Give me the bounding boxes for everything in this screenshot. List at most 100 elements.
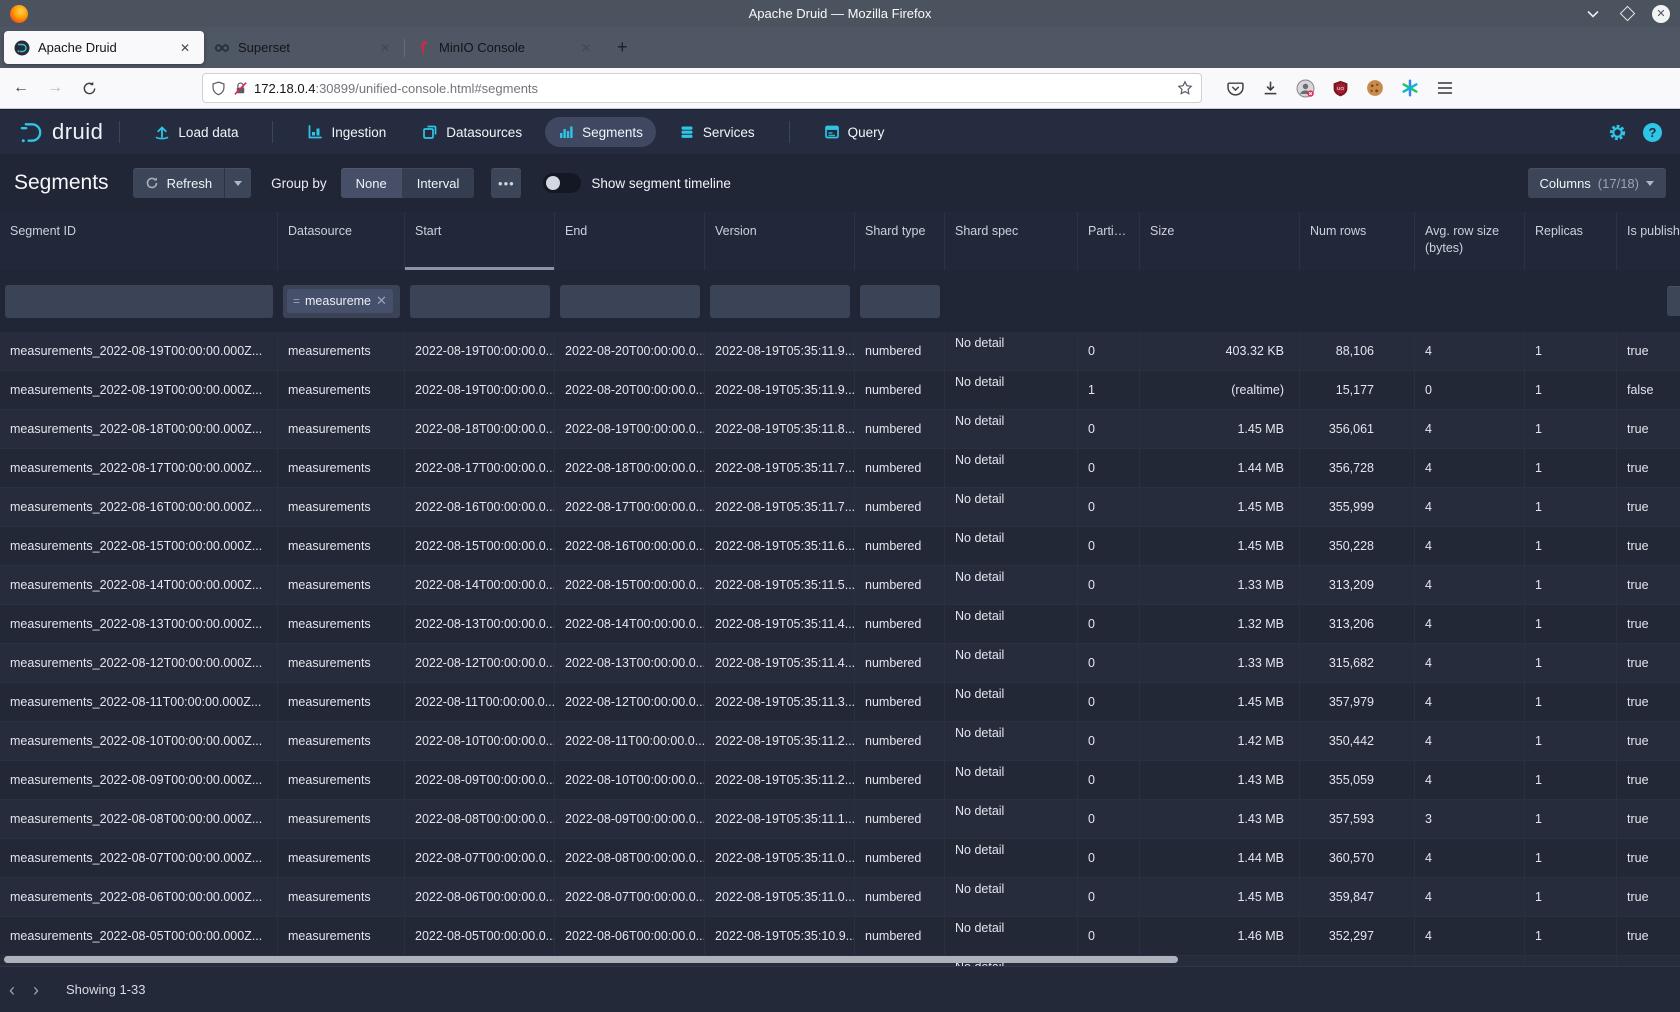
- reload-button[interactable]: [76, 75, 102, 101]
- segment-timeline-toggle[interactable]: [543, 173, 581, 193]
- column-header-is-published[interactable]: Is published: [1617, 212, 1680, 270]
- table-cell: 15,177: [1300, 371, 1415, 410]
- cookie-extension-icon[interactable]: [1364, 77, 1386, 99]
- window-minimize-button[interactable]: [1584, 5, 1602, 23]
- table-row[interactable]: measurements_2022-08-14T00:00:00.000Z...…: [0, 566, 1680, 605]
- column-header-segment-id[interactable]: Segment ID: [0, 212, 278, 270]
- tab-minio-console[interactable]: MinIO Console ✕: [405, 31, 605, 64]
- nav-item-load-data[interactable]: Load data: [141, 117, 251, 147]
- nav-item-services[interactable]: Services: [666, 117, 768, 147]
- forward-button[interactable]: →: [42, 75, 68, 101]
- column-header-end[interactable]: End: [555, 212, 705, 270]
- refresh-dropdown-button[interactable]: [224, 168, 251, 198]
- group-by-interval-button[interactable]: Interval: [402, 168, 475, 198]
- table-row[interactable]: measurements_2022-08-10T00:00:00.000Z...…: [0, 722, 1680, 761]
- table-row[interactable]: measurements_2022-08-19T00:00:00.000Z...…: [0, 332, 1680, 371]
- table-cell: true: [1617, 800, 1680, 839]
- table-row[interactable]: measurements_2022-08-13T00:00:00.000Z...…: [0, 605, 1680, 644]
- tab-apache-druid[interactable]: Apache Druid ✕: [4, 31, 204, 64]
- datasource-filter-input[interactable]: =measureme✕: [283, 285, 400, 318]
- column-header-num-rows[interactable]: Num rows: [1300, 212, 1415, 270]
- filter-input-segment-id[interactable]: [5, 285, 273, 318]
- table-row[interactable]: measurements_2022-08-08T00:00:00.000Z...…: [0, 800, 1680, 839]
- column-header-partition[interactable]: Partition: [1078, 212, 1140, 270]
- next-page-button[interactable]: ›: [24, 981, 48, 999]
- table-row[interactable]: measurements_2022-08-15T00:00:00.000Z...…: [0, 527, 1680, 566]
- columns-picker-button[interactable]: Columns (17/18): [1528, 168, 1667, 198]
- table-cell: measurements: [278, 449, 405, 488]
- filter-input-start[interactable]: [410, 285, 550, 318]
- tracking-shield-icon[interactable]: [211, 81, 226, 96]
- tab-close-icon[interactable]: ✕: [176, 39, 194, 57]
- nav-item-ingestion[interactable]: Ingestion: [294, 117, 399, 147]
- table-row[interactable]: measurements_2022-08-11T00:00:00.000Z...…: [0, 683, 1680, 722]
- column-header-version[interactable]: Version: [705, 212, 855, 270]
- filter-input-end[interactable]: [560, 285, 700, 318]
- menu-hamburger-icon[interactable]: [1434, 77, 1456, 99]
- table-row[interactable]: measurements_2022-08-09T00:00:00.000Z...…: [0, 761, 1680, 800]
- table-cell: No detail: [945, 488, 1078, 527]
- tab-close-icon[interactable]: ✕: [577, 39, 595, 57]
- table-cell: numbered: [855, 839, 945, 878]
- horizontal-scrollbar-thumb[interactable]: [4, 956, 1178, 963]
- column-header-datasource[interactable]: Datasource: [278, 212, 405, 270]
- druid-logo[interactable]: druid: [18, 119, 103, 146]
- table-cell: 2022-08-10T00:00:00.0...: [555, 761, 705, 800]
- table-cell: No detail: [945, 332, 1078, 371]
- table-row[interactable]: measurements_2022-08-07T00:00:00.000Z...…: [0, 839, 1680, 878]
- pocket-icon[interactable]: [1224, 77, 1246, 99]
- table-cell: No detail: [945, 449, 1078, 488]
- column-header-replicas[interactable]: Replicas: [1525, 212, 1617, 270]
- group-by-none-button[interactable]: None: [341, 168, 402, 198]
- back-button[interactable]: ←: [8, 75, 34, 101]
- column-header-avg-row-size-bytes[interactable]: Avg. row size (bytes): [1415, 212, 1525, 270]
- tab-superset[interactable]: Superset ✕: [204, 31, 404, 64]
- asterisk-extension-icon[interactable]: [1399, 77, 1421, 99]
- table-cell: true: [1617, 644, 1680, 683]
- help-icon[interactable]: ?: [1643, 123, 1662, 142]
- window-close-button[interactable]: ✕: [1652, 5, 1670, 23]
- table-row[interactable]: measurements_2022-08-19T00:00:00.000Z...…: [0, 371, 1680, 410]
- table-row[interactable]: measurements_2022-08-16T00:00:00.000Z...…: [0, 488, 1680, 527]
- filter-input-version[interactable]: [710, 285, 850, 318]
- bookmark-star-icon[interactable]: [1177, 80, 1193, 96]
- downloads-icon[interactable]: [1259, 77, 1281, 99]
- table-row[interactable]: measurements_2022-08-17T00:00:00.000Z...…: [0, 449, 1680, 488]
- insecure-lock-icon[interactable]: [233, 81, 248, 96]
- datasources-icon: [422, 124, 438, 140]
- column-header-shard-spec[interactable]: Shard spec: [945, 212, 1078, 270]
- table-row[interactable]: measurements_2022-08-05T00:00:00.000Z...…: [0, 917, 1680, 956]
- nav-item-datasources[interactable]: Datasources: [409, 117, 535, 147]
- table-row[interactable]: measurements_2022-08-12T00:00:00.000Z...…: [0, 644, 1680, 683]
- column-header-start[interactable]: Start: [405, 212, 555, 270]
- ublock-origin-icon[interactable]: UO: [1329, 77, 1351, 99]
- column-header-size[interactable]: Size: [1140, 212, 1300, 270]
- more-options-button[interactable]: •••: [491, 168, 521, 198]
- nav-item-query[interactable]: Query: [811, 117, 898, 147]
- new-tab-button[interactable]: +: [605, 37, 640, 58]
- column-header-shard-type[interactable]: Shard type: [855, 212, 945, 270]
- show-button[interactable]: Show: [1667, 286, 1680, 316]
- refresh-button[interactable]: Refresh: [133, 168, 225, 198]
- tab-close-icon[interactable]: ✕: [376, 39, 394, 57]
- nav-label: Query: [848, 125, 885, 140]
- table-row[interactable]: measurements_2022-08-06T00:00:00.000Z...…: [0, 878, 1680, 917]
- datasource-filter-tag[interactable]: =measureme✕: [287, 289, 393, 313]
- table-cell: 1.44 MB: [1140, 839, 1300, 878]
- account-extension-icon[interactable]: [1294, 77, 1316, 99]
- window-maximize-button[interactable]: [1618, 5, 1636, 23]
- settings-gear-icon[interactable]: [1608, 123, 1627, 142]
- table-cell: 2022-08-16T00:00:00.0...: [555, 527, 705, 566]
- table-cell: 2022-08-19T00:00:00.0...: [405, 371, 555, 410]
- previous-page-button[interactable]: ‹: [0, 981, 24, 999]
- remove-filter-icon[interactable]: ✕: [376, 293, 387, 309]
- table-cell: 2022-08-07T00:00:00.0...: [405, 839, 555, 878]
- table-row[interactable]: measurements_2022-08-18T00:00:00.000Z...…: [0, 410, 1680, 449]
- table-cell: 2022-08-18T00:00:00.0...: [555, 449, 705, 488]
- filter-input-shard-type[interactable]: [860, 285, 940, 318]
- nav-item-segments[interactable]: Segments: [545, 117, 656, 147]
- services-icon: [679, 124, 695, 140]
- table-cell: 1.46 MB: [1140, 917, 1300, 956]
- url-bar[interactable]: 172.18.0.4:30899/unified-console.html#se…: [202, 73, 1202, 103]
- table-cell: 2022-08-11T00:00:00.0...: [555, 722, 705, 761]
